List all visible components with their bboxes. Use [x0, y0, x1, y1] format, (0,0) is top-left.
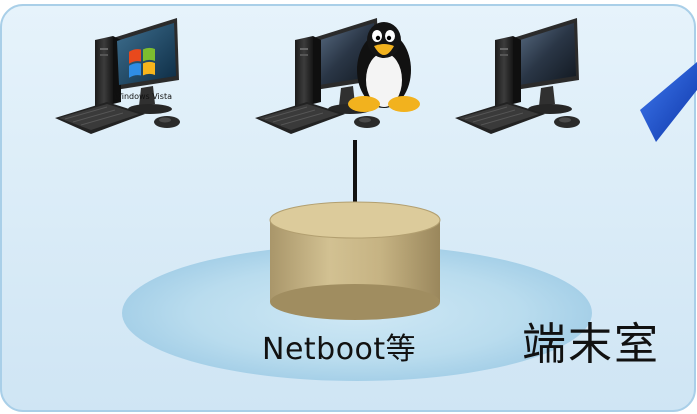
netboot-label: Netboot等	[262, 332, 417, 367]
netboot-server-cylinder	[269, 201, 441, 320]
diagram-stage: Windows Vista Netboot等 端末室	[0, 0, 697, 414]
windows-screen-text: Windows Vista	[114, 92, 172, 101]
room-label: 端末室	[522, 319, 660, 370]
